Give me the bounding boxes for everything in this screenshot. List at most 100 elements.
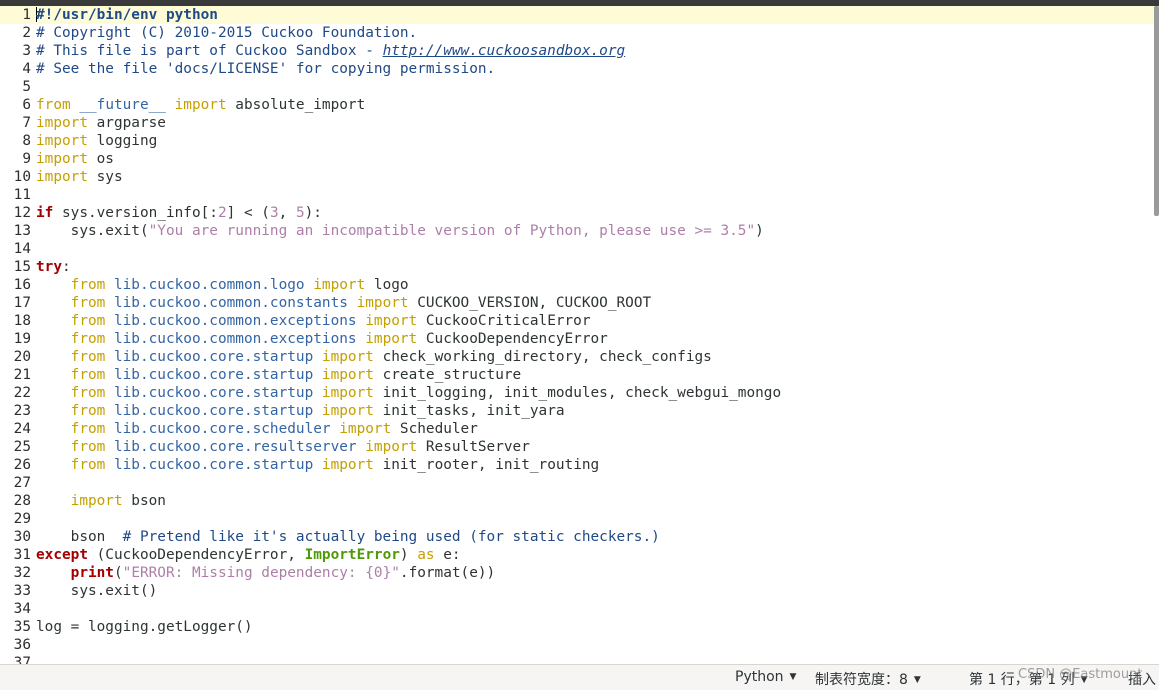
- code-token: "ERROR: Missing dependency: {0}": [122, 565, 400, 581]
- code-line[interactable]: 20 from lib.cuckoo.core.startup import c…: [0, 348, 1159, 366]
- code-token: ): [399, 547, 418, 563]
- code-line[interactable]: 13 sys.exit("You are running an incompat…: [0, 222, 1159, 240]
- code-token: import: [313, 457, 374, 473]
- code-line[interactable]: 25 from lib.cuckoo.core.resultserver imp…: [0, 438, 1159, 456]
- code-line[interactable]: 7 import argparse: [0, 114, 1159, 132]
- code-editor[interactable]: 1 #!/usr/bin/env python 2 # Copyright (C) 2…: [0, 6, 1159, 664]
- code-line[interactable]: 5: [0, 78, 1159, 96]
- code-token: init_rooter, init_routing: [373, 457, 600, 473]
- code-token: CuckooDependencyError: [417, 331, 608, 347]
- code-text: # Copyright (C) 2010-2015 Cuckoo Foundat…: [36, 24, 417, 42]
- code-line[interactable]: 16 from lib.cuckoo.common.logo import lo…: [0, 276, 1159, 294]
- code-token: log = logging.getLogger(): [36, 619, 253, 635]
- code-token: #!/usr/bin/env python: [36, 7, 218, 23]
- line-number: 18: [13, 313, 31, 329]
- code-token: import: [313, 367, 374, 383]
- code-token: import: [36, 493, 123, 509]
- code-line[interactable]: 18 from lib.cuckoo.common.exceptions imp…: [0, 312, 1159, 330]
- language-selector[interactable]: Python ▼: [735, 669, 796, 685]
- code-line[interactable]: 26 from lib.cuckoo.core.startup import i…: [0, 456, 1159, 474]
- code-line[interactable]: 27: [0, 474, 1159, 492]
- code-line[interactable]: 37: [0, 654, 1159, 664]
- tab-width-selector[interactable]: 制表符宽度：8 ▼: [815, 669, 921, 689]
- code-token: CUCKOO_VERSION, CUCKOO_ROOT: [408, 295, 652, 311]
- code-line[interactable]: 33 sys.exit(): [0, 582, 1159, 600]
- code-line[interactable]: 17 from lib.cuckoo.common.constants impo…: [0, 294, 1159, 312]
- code-line[interactable]: 19 from lib.cuckoo.common.exceptions imp…: [0, 330, 1159, 348]
- code-text: from lib.cuckoo.common.constants import …: [36, 294, 652, 312]
- code-line[interactable]: 34: [0, 600, 1159, 618]
- code-line[interactable]: 32 print("ERROR: Missing dependency: {0}…: [0, 564, 1159, 582]
- code-token: import: [347, 295, 409, 311]
- code-line[interactable]: 31 except (CuckooDependencyError, ImportE…: [0, 546, 1159, 564]
- code-token: init_logging, init_modules, check_webgui…: [373, 385, 782, 401]
- code-token: from: [36, 331, 114, 347]
- code-line[interactable]: 35 log = logging.getLogger(): [0, 618, 1159, 636]
- language-label: Python: [735, 669, 784, 685]
- code-token: from: [36, 439, 114, 455]
- code-token: lib.cuckoo.core.startup: [113, 403, 314, 419]
- code-line[interactable]: 4 # See the file 'docs/LICENSE' for copyi…: [0, 60, 1159, 78]
- code-text: from lib.cuckoo.core.startup import init…: [36, 384, 781, 402]
- line-number: 14: [13, 241, 31, 257]
- code-text: # See the file 'docs/LICENSE' for copyin…: [36, 60, 495, 78]
- code-token: e:: [434, 547, 461, 563]
- code-token: os: [87, 151, 114, 167]
- code-line[interactable]: 15 try:: [0, 258, 1159, 276]
- line-number: 19: [13, 331, 31, 347]
- code-token: lib.cuckoo.core.startup: [113, 367, 314, 383]
- code-line[interactable]: 29: [0, 510, 1159, 528]
- code-token: except: [36, 547, 88, 563]
- code-line[interactable]: 9 import os: [0, 150, 1159, 168]
- line-number: 13: [13, 223, 31, 239]
- code-line[interactable]: 23 from lib.cuckoo.core.startup import i…: [0, 402, 1159, 420]
- code-line[interactable]: 10 import sys: [0, 168, 1159, 186]
- code-token: lib.cuckoo.common.logo: [113, 277, 305, 293]
- code-token: (: [113, 565, 123, 581]
- code-line[interactable]: 3 # This file is part of Cuckoo Sandbox -…: [0, 42, 1159, 60]
- code-line[interactable]: 30 bson # Pretend like it's actually bei…: [0, 528, 1159, 546]
- code-token: lib.cuckoo.common.exceptions: [113, 313, 357, 329]
- line-number: 6: [22, 97, 31, 113]
- line-number: 22: [13, 385, 31, 401]
- code-token: from: [36, 295, 114, 311]
- code-text: # This file is part of Cuckoo Sandbox - …: [36, 42, 625, 60]
- code-line[interactable]: 11: [0, 186, 1159, 204]
- line-number: 31: [13, 547, 31, 563]
- code-line[interactable]: 24 from lib.cuckoo.core.scheduler import…: [0, 420, 1159, 438]
- code-token: import: [36, 115, 88, 131]
- line-number: 11: [13, 187, 31, 203]
- code-text: import bson: [36, 492, 166, 510]
- code-line[interactable]: 2 # Copyright (C) 2010-2015 Cuckoo Founda…: [0, 24, 1159, 42]
- code-line[interactable]: 22 from lib.cuckoo.core.startup import i…: [0, 384, 1159, 402]
- code-line[interactable]: 28 import bson: [0, 492, 1159, 510]
- code-token: as: [417, 547, 435, 563]
- code-text: sys.exit(): [36, 582, 158, 600]
- line-number: 2: [22, 25, 31, 41]
- code-token: from: [36, 277, 114, 293]
- code-token: import: [36, 151, 88, 167]
- code-line[interactable]: 36: [0, 636, 1159, 654]
- code-token: lib.cuckoo.core.scheduler: [113, 421, 331, 437]
- code-token: import: [313, 403, 374, 419]
- code-line[interactable]: 1 #!/usr/bin/env python: [0, 6, 1159, 24]
- line-number: 34: [13, 601, 31, 617]
- code-token: 5: [295, 205, 305, 221]
- code-token: ResultServer: [417, 439, 530, 455]
- code-token: import: [313, 385, 374, 401]
- code-token: lib.cuckoo.core.startup: [113, 457, 314, 473]
- code-line[interactable]: 14: [0, 240, 1159, 258]
- code-line[interactable]: 6 from __future__ import absolute_import: [0, 96, 1159, 114]
- code-text: from lib.cuckoo.core.scheduler import Sc…: [36, 420, 478, 438]
- code-line[interactable]: 8 import logging: [0, 132, 1159, 150]
- line-number: 1: [22, 7, 31, 23]
- code-text: log = logging.getLogger(): [36, 618, 253, 636]
- vertical-scrollbar[interactable]: [1154, 6, 1159, 216]
- code-line[interactable]: 12 if sys.version_info[:2] < (3, 5):: [0, 204, 1159, 222]
- chevron-down-icon: ▼: [789, 672, 797, 682]
- code-token: lib.cuckoo.core.startup: [113, 349, 314, 365]
- code-line[interactable]: 21 from lib.cuckoo.core.startup import c…: [0, 366, 1159, 384]
- code-token: import: [356, 313, 418, 329]
- line-number: 9: [22, 151, 31, 167]
- line-number: 5: [22, 79, 31, 95]
